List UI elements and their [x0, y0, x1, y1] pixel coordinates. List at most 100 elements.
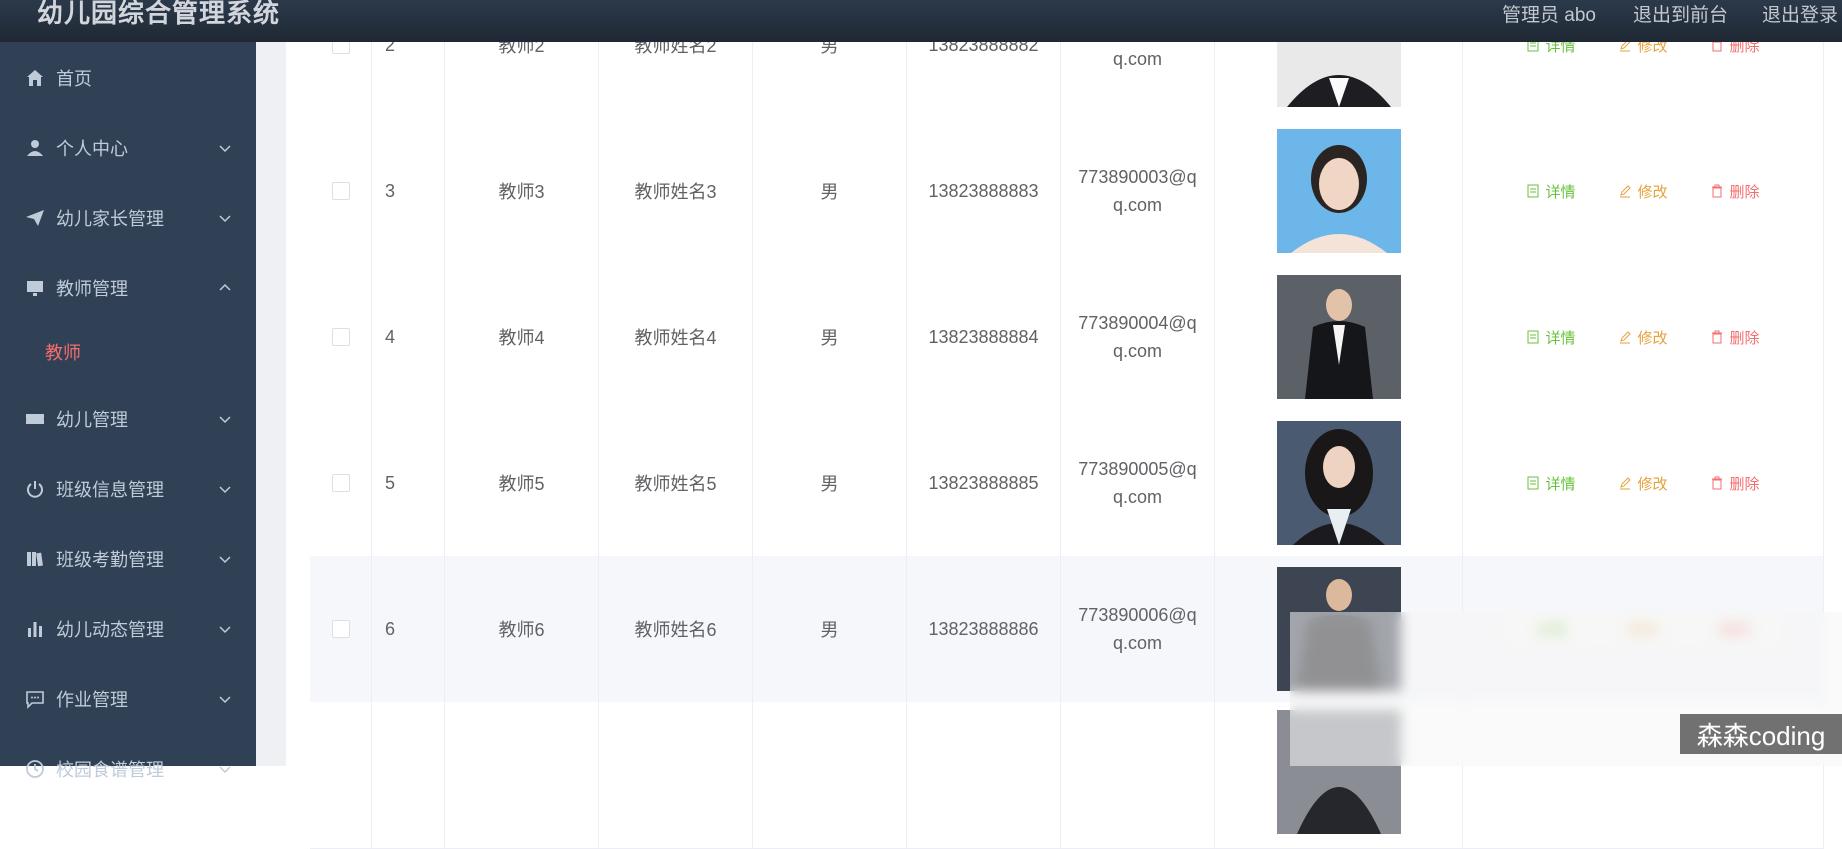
account-cell: 教师6	[445, 556, 599, 702]
sidebar-item-parent-management[interactable]: 幼儿家长管理	[0, 190, 256, 246]
index-cell: 3	[372, 118, 445, 264]
email-text: 773890006@qq.com	[1078, 605, 1197, 653]
phone-cell: 13823888883	[907, 118, 1061, 264]
row-checkbox[interactable]	[331, 474, 350, 492]
sidebar-item-label: 个人中心	[56, 139, 128, 159]
index-cell: 6	[372, 556, 445, 702]
row-select-cell	[310, 264, 372, 410]
sidebar-item-label: 校园食谱管理	[56, 760, 164, 780]
sidebar-item-label: 幼儿动态管理	[56, 620, 164, 640]
email-text: 773890004@qq.com	[1078, 313, 1197, 361]
teacher-photo	[1276, 421, 1401, 545]
edit-button[interactable]: 修改	[1597, 174, 1689, 208]
delete-button[interactable]: 删除	[1689, 466, 1781, 500]
table-row: 3 教师3 教师姓名3 男 13823888883 773890003@qq.c…	[310, 118, 1824, 265]
sidebar-item-label: 作业管理	[56, 690, 128, 710]
row-checkbox[interactable]	[331, 328, 350, 346]
edit-label: 修改	[1637, 329, 1668, 347]
watermark: 森森coding	[1680, 714, 1842, 754]
user-icon	[27, 140, 43, 156]
email-cell	[1061, 702, 1215, 848]
row-checkbox[interactable]	[331, 620, 350, 638]
detail-button[interactable]: 详情	[1505, 174, 1597, 208]
row-checkbox[interactable]	[331, 182, 350, 200]
email-cell: 773890003@qq.com	[1061, 118, 1215, 264]
email-text: 773890005@qq.com	[1078, 459, 1197, 507]
name-cell: 教师姓名6	[599, 556, 753, 702]
delete-button[interactable]: 删除	[1689, 174, 1781, 208]
home-icon	[27, 70, 43, 86]
delete-label: 删除	[1729, 475, 1760, 493]
photo-cell	[1215, 118, 1463, 264]
chevron-down-icon	[219, 556, 231, 564]
document-icon	[1527, 330, 1539, 344]
detail-button[interactable]: 详情	[1505, 466, 1597, 500]
phone-cell: 13823888886	[907, 556, 1061, 702]
ticket-icon	[26, 414, 44, 424]
delete-button[interactable]: 删除	[1689, 320, 1781, 354]
phone-cell: 13823888884	[907, 264, 1061, 410]
gender-cell: 男	[753, 264, 907, 410]
row-select-cell	[310, 410, 372, 556]
app-title: 幼儿园综合管理系统	[37, 0, 281, 28]
edit-icon	[1620, 185, 1632, 198]
detail-button[interactable]: 详情	[1505, 320, 1597, 354]
row-select-cell	[310, 702, 372, 848]
edit-icon	[1620, 477, 1632, 490]
chevron-down-icon	[219, 696, 231, 704]
sidebar-item-home[interactable]: 首页	[0, 50, 256, 106]
sidebar-item-class-attendance[interactable]: 班级考勤管理	[0, 531, 256, 587]
edit-label: 修改	[1637, 475, 1668, 493]
gender-cell: 男	[753, 556, 907, 702]
edit-label: 修改	[1637, 183, 1668, 201]
edit-button[interactable]: 修改	[1597, 320, 1689, 354]
delete-label: 删除	[1729, 329, 1760, 347]
name-cell: 教师姓名3	[599, 118, 753, 264]
sidebar-item-child-management[interactable]: 幼儿管理	[0, 391, 256, 447]
teacher-photo	[1276, 275, 1401, 399]
sidebar-item-teacher-management[interactable]: 教师管理	[0, 260, 256, 316]
email-cell: 773890004@qq.com	[1061, 264, 1215, 410]
monitor-icon	[27, 281, 43, 296]
name-cell: 教师姓名5	[599, 410, 753, 556]
phone-cell	[907, 702, 1061, 848]
admin-user-label: 管理员 abo	[1502, 5, 1596, 26]
detail-label: 详情	[1545, 329, 1576, 347]
chevron-down-icon	[219, 486, 231, 494]
row-select-cell	[310, 556, 372, 702]
books-icon	[27, 552, 43, 567]
name-cell	[599, 702, 753, 848]
account-cell: 教师3	[445, 118, 599, 264]
sidebar-subitem-label: 教师	[45, 343, 81, 363]
sidebar-subitem-teacher[interactable]: 教师	[0, 327, 256, 377]
account-cell: 教师5	[445, 410, 599, 556]
delete-label: 删除	[1729, 183, 1760, 201]
account-cell: 教师4	[445, 264, 599, 410]
sidebar-item-class-info[interactable]: 班级信息管理	[0, 461, 256, 517]
chevron-down-icon	[219, 416, 231, 424]
sidebar-item-homework[interactable]: 作业管理	[0, 671, 256, 727]
trash-icon	[1712, 184, 1723, 198]
chat-icon	[26, 691, 44, 709]
email-cell: 773890005@qq.com	[1061, 410, 1215, 556]
trash-icon	[1712, 476, 1723, 490]
bar-chart-icon	[28, 622, 42, 637]
sidebar-item-recipe[interactable]: 校园食谱管理	[0, 741, 256, 797]
table-row: 5 教师5 教师姓名5 男 13823888885 773890005@qq.c…	[310, 410, 1824, 557]
sidebar-item-label: 幼儿家长管理	[56, 209, 164, 229]
sidebar-item-label: 幼儿管理	[56, 410, 128, 430]
edit-icon	[1620, 331, 1632, 344]
chevron-up-icon	[219, 283, 231, 291]
logout-link[interactable]: 退出登录	[1762, 0, 1838, 27]
photo-cell	[1215, 410, 1463, 556]
index-cell	[372, 702, 445, 848]
table-row: 4 教师4 教师姓名4 男 13823888884 773890004@qq.c…	[310, 264, 1824, 411]
detail-label: 详情	[1545, 475, 1576, 493]
row-select-cell	[310, 118, 372, 264]
exit-to-frontend-link[interactable]: 退出到前台	[1633, 0, 1728, 27]
sidebar-item-personal-center[interactable]: 个人中心	[0, 120, 256, 176]
gender-cell	[753, 702, 907, 848]
sidebar-item-child-dynamics[interactable]: 幼儿动态管理	[0, 601, 256, 657]
edit-button[interactable]: 修改	[1597, 466, 1689, 500]
photo-cell	[1215, 264, 1463, 410]
